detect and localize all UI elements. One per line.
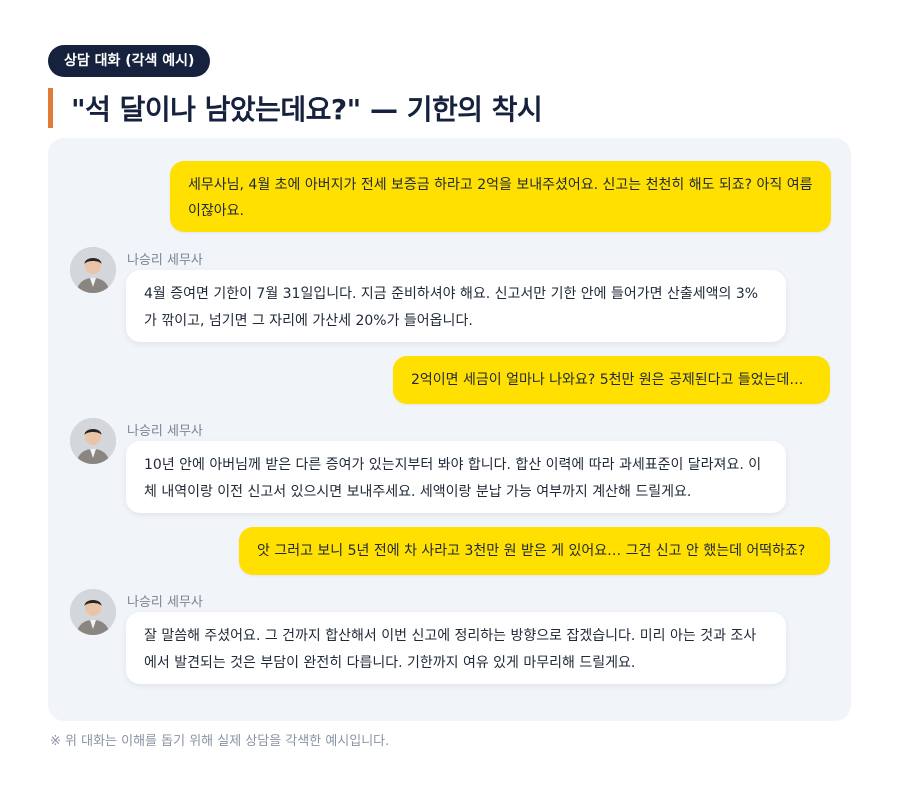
message-text: 앗 그러고 보니 5년 전에 차 사라고 3천만 원 받은 게 있어요… 그건 … [257,543,806,559]
advisor-avatar-icon [70,247,116,293]
message-text: 10년 안에 아버님께 받은 다른 증여가 있는지부터 봐야 합니다. 합산 이… [144,457,762,500]
advisor-avatar-icon [70,589,116,635]
title-accent-bar [48,88,53,128]
message-text: 2억이면 세금이 얼마나 나와요? 5천만 원은 공제된다고 들었는데… [411,372,804,388]
chat-bubble-agent: 잘 말씀해 주셨어요. 그 건까지 합산해서 이번 신고에 정리하는 방향으로 … [126,612,786,684]
message-text: 세무사님, 4월 초에 아버지가 전세 보증금 하라고 2억을 보내주셨어요. … [188,177,813,219]
title-row: "석 달이나 남았는데요?" — 기한의 착시 [48,88,543,128]
sender-name: 나승리 세무사 [127,253,203,268]
sender-name: 나승리 세무사 [127,424,203,439]
footnote: ※ 위 대화는 이해를 돕기 위해 실제 상담을 각색한 예시입니다. [50,734,390,749]
message-text: 4월 증여면 기한이 7월 31일입니다. 지금 준비하셔야 해요. 신고서만 … [144,286,759,329]
sender-name: 나승리 세무사 [127,595,203,610]
page-title: "석 달이나 남았는데요?" — 기한의 착시 [71,93,543,126]
header-badge: 상담 대화 (각색 예시) [48,45,211,77]
chat-bubble-agent: 10년 안에 아버님께 받은 다른 증여가 있는지부터 봐야 합니다. 합산 이… [126,441,786,513]
chat-bubble-agent: 4월 증여면 기한이 7월 31일입니다. 지금 준비하셔야 해요. 신고서만 … [126,270,786,342]
message-text: 잘 말씀해 주셨어요. 그 건까지 합산해서 이번 신고에 정리하는 방향으로 … [144,628,757,671]
chat-bubble-user: 세무사님, 4월 초에 아버지가 전세 보증금 하라고 2억을 보내주셨어요. … [170,161,831,232]
advisor-avatar-icon [70,418,116,464]
chat-bubble-user: 앗 그러고 보니 5년 전에 차 사라고 3천만 원 받은 게 있어요… 그건 … [239,527,830,575]
chat-bubble-user: 2억이면 세금이 얼마나 나와요? 5천만 원은 공제된다고 들었는데… [393,356,830,404]
